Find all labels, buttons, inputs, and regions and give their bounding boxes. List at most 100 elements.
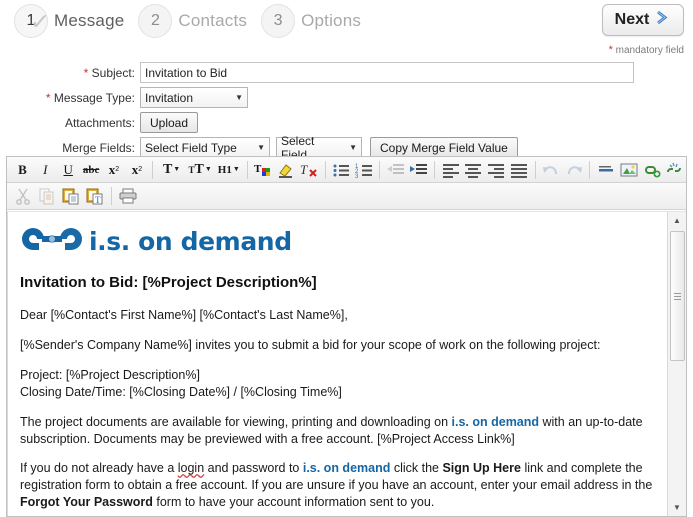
copy-icon[interactable] <box>36 185 58 207</box>
paste-as-text-icon[interactable]: T <box>84 185 106 207</box>
wizard-step-3-number: 3 <box>273 12 283 29</box>
message-type-row: * Message Type: Invitation ▼ <box>0 87 693 108</box>
subject-input[interactable] <box>140 62 634 83</box>
toolbar-separator <box>247 160 249 179</box>
email-content-area[interactable]: i.s. on demand Invitation to Bid: [%Proj… <box>7 212 667 516</box>
wizard-step-message[interactable]: 1 ✓ Message <box>14 4 124 38</box>
subject-label: * Subject: <box>0 66 140 80</box>
brand-link-documents[interactable]: i.s. on demand <box>452 415 540 429</box>
align-justify-icon[interactable] <box>509 159 530 181</box>
email-invite-paragraph: [%Sender's Company Name%] invites you to… <box>20 338 601 352</box>
infinity-logo-icon <box>22 224 82 259</box>
indent-icon[interactable] <box>408 159 429 181</box>
cut-icon[interactable] <box>12 185 34 207</box>
attachments-row: Attachments: Upload <box>0 112 693 133</box>
font-size-icon[interactable]: T T ▼ <box>187 159 214 181</box>
editor-toolbar-row-2: T <box>7 183 686 210</box>
mandatory-field-note: * mandatory field <box>609 44 684 56</box>
chevron-down-icon: ▼ <box>257 142 265 152</box>
sign-up-here-label: Sign Up Here <box>442 461 521 476</box>
toolbar-separator <box>534 160 536 179</box>
wizard-step-2-number: 2 <box>150 12 160 29</box>
print-icon[interactable] <box>117 185 139 207</box>
toolbar-separator <box>379 160 381 179</box>
email-closing-line: Closing Date/Time: [%Closing Date%] / [%… <box>20 384 342 399</box>
wizard-steps: 1 ✓ Message 2 Contacts 3 Options <box>14 4 375 38</box>
misspelled-word: login <box>177 461 205 476</box>
subject-required-star: * <box>83 65 89 80</box>
subscript-icon[interactable]: x2 <box>104 159 125 181</box>
wizard-step-3-label: Options <box>301 11 362 30</box>
email-greeting: Dear [%Contact's First Name%] [%Contact'… <box>20 308 348 323</box>
login-text-b: and password to <box>204 461 303 476</box>
merge-fields-label: Merge Fields: <box>0 141 140 155</box>
email-project-line: Project: [%Project Description%] <box>20 367 200 382</box>
login-text-a: If you do not already have a <box>20 461 178 476</box>
svg-text:T: T <box>95 195 101 205</box>
svg-text:T: T <box>254 163 262 175</box>
wizard-step-2-label: Contacts <box>178 11 248 30</box>
triangle-up-icon[interactable]: ▲ <box>668 212 686 229</box>
attachments-label: Attachments: <box>0 116 140 130</box>
chevron-down-icon: ▼ <box>235 92 243 102</box>
check-icon: ✓ <box>29 9 51 34</box>
align-right-icon[interactable] <box>486 159 507 181</box>
insert-image-icon[interactable] <box>618 159 639 181</box>
field-type-value: Select Field Type <box>145 140 237 155</box>
message-type-required-star: * <box>45 90 51 105</box>
merge-fields-row: Merge Fields: Select Field Type ▼ Select… <box>0 134 693 162</box>
next-button-label: Next <box>614 11 650 28</box>
chevron-right-icon <box>654 9 671 31</box>
strikethrough-icon[interactable]: abc <box>81 159 102 181</box>
mandatory-star: * <box>608 44 613 56</box>
subject-label-text: Subject: <box>91 65 135 80</box>
message-type-label-text: Message Type: <box>53 90 135 105</box>
italic-icon[interactable]: I <box>35 159 56 181</box>
redo-icon[interactable] <box>564 159 585 181</box>
undo-icon[interactable] <box>541 159 562 181</box>
wizard-step-1-label: Message <box>54 11 125 30</box>
outdent-icon[interactable] <box>385 159 406 181</box>
insert-link-icon[interactable] <box>641 159 662 181</box>
wizard-step-options[interactable]: 3 Options <box>261 4 361 38</box>
brand-logo: i.s. on demand <box>22 224 655 259</box>
align-left-icon[interactable] <box>440 159 461 181</box>
wizard-step-contacts[interactable]: 2 Contacts <box>138 4 247 38</box>
unlink-icon[interactable] <box>664 159 685 181</box>
align-center-icon[interactable] <box>463 159 484 181</box>
message-type-select[interactable]: Invitation ▼ <box>140 87 248 108</box>
mandatory-text: mandatory field <box>615 45 684 56</box>
paste-icon[interactable] <box>60 185 82 207</box>
login-text-c: click the <box>390 461 443 476</box>
remove-format-icon[interactable]: T <box>299 159 320 181</box>
font-name-icon[interactable]: T ▼ <box>158 159 185 181</box>
field-select[interactable]: Select Field ▼ <box>276 134 362 162</box>
editor-scrollbar[interactable]: ▲ ▼ <box>667 212 686 516</box>
brand-logo-text: i.s. on demand <box>89 226 292 256</box>
next-button[interactable]: Next <box>602 4 684 36</box>
underline-icon[interactable]: U <box>58 159 79 181</box>
heading-icon[interactable]: H1 ▼ <box>215 159 242 181</box>
bullet-list-icon[interactable] <box>331 159 352 181</box>
field-type-select[interactable]: Select Field Type ▼ <box>140 137 270 158</box>
scrollbar-thumb[interactable] <box>670 231 685 361</box>
toolbar-separator <box>589 160 591 179</box>
superscript-icon[interactable]: x2 <box>126 159 147 181</box>
rich-text-editor: B I U abc x2 x2 T ▼ T T ▼ H1 ▼ T T 1 2 3… <box>6 156 687 517</box>
copy-merge-field-value-button[interactable]: Copy Merge Field Value <box>370 137 518 158</box>
email-title: Invitation to Bid: [%Project Description… <box>20 273 317 291</box>
email-documents-paragraph: The project documents are available for … <box>20 414 655 448</box>
bold-icon[interactable]: B <box>12 159 33 181</box>
text-color-icon[interactable]: T <box>253 159 274 181</box>
horizontal-rule-icon[interactable] <box>595 159 616 181</box>
copy-merge-field-value-label: Copy Merge Field Value <box>380 140 508 155</box>
upload-button[interactable]: Upload <box>140 112 199 133</box>
scrollbar-grip <box>674 291 681 302</box>
highlight-color-icon[interactable] <box>276 159 297 181</box>
triangle-down-icon[interactable]: ▼ <box>668 499 686 516</box>
forgot-password-label: Forgot Your Password <box>20 495 153 510</box>
brand-link-login[interactable]: i.s. on demand <box>303 461 391 475</box>
merge-fields-label-text: Merge Fields: <box>62 140 135 155</box>
wizard-step-2-circle: 2 <box>138 4 173 38</box>
numbered-list-icon[interactable]: 1 2 3 <box>354 159 375 181</box>
